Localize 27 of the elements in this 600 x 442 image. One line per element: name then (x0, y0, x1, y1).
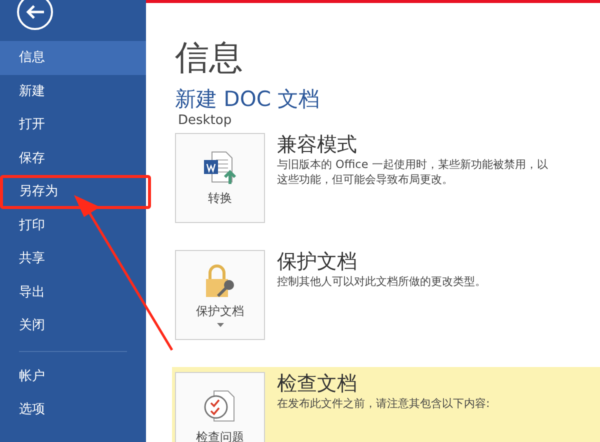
action-tile[interactable]: 转换 (175, 133, 265, 223)
sidebar-item[interactable]: 保存 (0, 142, 146, 175)
section-description: 在发布此文件之前，请注意其包含以下内容: (277, 396, 490, 411)
document-location: Desktop (178, 112, 233, 130)
sidebar-item[interactable]: 关闭 (0, 309, 146, 342)
section-title: 检查文档 (277, 370, 358, 396)
back-button[interactable] (17, 0, 53, 30)
section-description: 控制其他人可以对此文档所做的更改类型。 (277, 274, 486, 289)
sidebar-item[interactable]: 导出 (0, 276, 146, 309)
action-tile[interactable]: 检查问题 (175, 372, 265, 442)
document-name: 新建 DOC 文档 (175, 86, 321, 112)
sidebar-item[interactable]: 选项 (0, 393, 146, 426)
sidebar-item[interactable]: 新建 (0, 74, 146, 108)
word-document-icon (202, 150, 238, 186)
section-title: 兼容模式 (277, 131, 358, 157)
section-description: 这些功能，但可能会导致布局更改。 (277, 172, 454, 187)
section-title: 保护文档 (277, 248, 358, 274)
sidebar-item[interactable]: 另存为 (0, 175, 151, 208)
page-title: 信息 (175, 37, 244, 80)
section-description: 与旧版本的 Office 一起使用时，某些新功能被禁用，以 (277, 157, 548, 172)
sidebar-item[interactable]: 信息 (0, 41, 146, 74)
sidebar-item[interactable]: 打印 (0, 208, 146, 242)
action-tile[interactable]: 保护文档 (175, 250, 265, 340)
sidebar-item[interactable]: 共享 (0, 242, 146, 276)
back-arrow-icon (25, 4, 45, 20)
sidebar-item[interactable]: 打开 (0, 108, 146, 142)
sidebar-item[interactable]: 帐户 (0, 360, 146, 393)
